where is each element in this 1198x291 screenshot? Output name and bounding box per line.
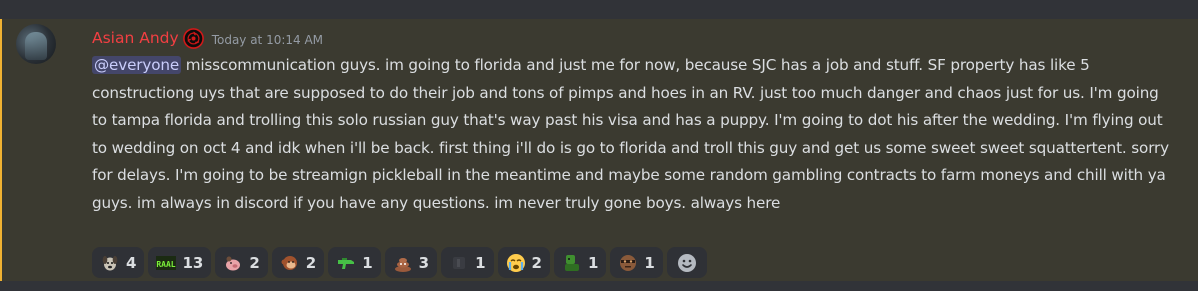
add-reaction-button[interactable]	[666, 247, 707, 278]
reaction-count: 1	[587, 253, 599, 272]
message-header: Asian Andy Today at 10:14 AM	[92, 25, 323, 51]
reaction-count: 1	[644, 253, 655, 272]
reaction-dark[interactable]: 1	[441, 247, 494, 278]
water-gun-emoji-icon	[338, 257, 355, 269]
dog-emoji-icon	[102, 255, 118, 270]
everyone-mention[interactable]: @everyone	[92, 56, 182, 74]
reaction-count: 1	[362, 253, 373, 272]
reaction-count: 2	[249, 253, 260, 272]
avatar[interactable]	[16, 24, 56, 64]
reaction-count: 2	[531, 253, 542, 272]
pink-pig-emoji-icon	[226, 256, 241, 270]
reaction-count: 4	[126, 253, 137, 272]
face-emoji-icon	[620, 254, 637, 271]
smiley-add-reaction-icon	[677, 253, 696, 272]
reaction-monkey[interactable]: 2	[271, 247, 325, 278]
dark-emoji-icon	[453, 256, 466, 269]
reaction-poop[interactable]: 3	[384, 247, 438, 278]
monkey-emoji-icon	[281, 255, 297, 270]
poop-emoji-icon	[394, 257, 411, 272]
reaction-green-character[interactable]: 1	[553, 247, 607, 278]
reaction-face[interactable]: 1	[610, 247, 663, 278]
reaction-count: 2	[305, 253, 317, 272]
crying-face-emoji-icon	[506, 253, 525, 272]
reaction-water-gun[interactable]: 1	[328, 247, 381, 278]
avatar-figure	[25, 32, 47, 60]
reaction-raal[interactable]: RAAL 13	[148, 247, 212, 278]
svg-text:RAAL: RAAL	[157, 260, 176, 269]
mention-accent-bar	[0, 19, 2, 281]
message-text: misscommunication guys. im going to flor…	[92, 56, 1169, 212]
message-content: @everyone misscommunication guys. im goi…	[92, 52, 1172, 217]
reaction-dog[interactable]: 4	[92, 247, 145, 278]
role-badge-icon[interactable]	[182, 27, 204, 49]
reaction-count: 13	[182, 253, 204, 272]
message-highlighted[interactable]: Asian Andy Today at 10:14 AM @everyone m…	[0, 19, 1198, 281]
reaction-count: 1	[475, 253, 486, 272]
timestamp[interactable]: Today at 10:14 AM	[212, 30, 323, 47]
green-character-emoji-icon	[564, 254, 579, 271]
reaction-count: 3	[418, 253, 430, 272]
username[interactable]: Asian Andy	[92, 29, 179, 47]
raal-text-emoji-icon: RAAL	[156, 255, 177, 270]
reaction-pig[interactable]: 2	[215, 247, 268, 278]
reaction-crying[interactable]: 2	[497, 247, 550, 278]
reactions-bar: 4 RAAL 13 2 2 1 3 1 2 1 1	[92, 247, 707, 278]
